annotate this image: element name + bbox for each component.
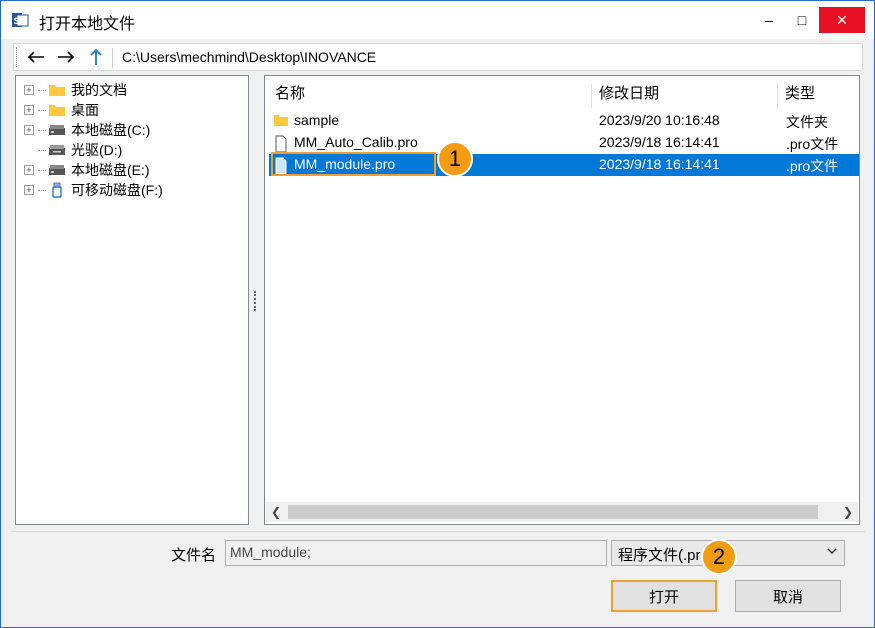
callout-step-1: 1: [437, 141, 473, 177]
tree-item[interactable]: + 本地磁盘(E:): [24, 160, 150, 180]
column-header-date[interactable]: 修改日期: [599, 82, 659, 108]
maximize-button[interactable]: □: [787, 7, 817, 33]
folder-icon: [48, 102, 66, 118]
expand-icon[interactable]: +: [24, 165, 34, 175]
expand-icon[interactable]: +: [24, 85, 34, 95]
drive-icon: [48, 162, 66, 178]
file-name: sample: [294, 112, 340, 128]
file-date: 2023/9/20 10:16:48: [599, 112, 720, 128]
drive-icon: [48, 122, 66, 138]
file-date: 2023/9/18 16:14:41: [599, 156, 720, 172]
address-separator: [112, 48, 113, 68]
splitter-handle[interactable]: [254, 291, 257, 311]
window-title: 打开本地文件: [39, 16, 136, 33]
address-bar: C:\Users\mechmind\Desktop\INOVANCE: [13, 43, 863, 71]
file-name: MM_Auto_Calib.pro: [294, 134, 418, 150]
tree-item[interactable]: 光驱(D:): [24, 140, 122, 160]
scroll-left-icon[interactable]: ❮: [266, 502, 286, 522]
scroll-right-icon[interactable]: ❯: [838, 502, 858, 522]
horizontal-scrollbar[interactable]: ❮ ❯: [266, 502, 858, 522]
filename-field[interactable]: MM_module;: [225, 540, 607, 566]
file-icon: [273, 135, 289, 153]
optical-drive-icon: [48, 142, 66, 158]
close-button[interactable]: ✕: [819, 7, 865, 33]
filename-label: 文件名: [171, 547, 217, 564]
back-arrow-icon[interactable]: [24, 46, 48, 68]
usb-drive-icon: [48, 182, 66, 198]
scroll-thumb[interactable]: [288, 505, 818, 519]
column-header-name[interactable]: 名称: [275, 82, 305, 108]
address-path[interactable]: C:\Users\mechmind\Desktop\INOVANCE: [122, 49, 376, 65]
app-icon: S: [11, 11, 29, 29]
file-row[interactable]: MM_Auto_Calib.pro 2023/9/18 16:14:41 .pr…: [269, 132, 859, 154]
toolbar-grip: [16, 47, 19, 67]
folder-icon: [48, 82, 66, 98]
file-row[interactable]: sample 2023/9/20 10:16:48 文件夹: [269, 110, 859, 132]
filetype-value: 程序文件(.pro: [618, 547, 709, 564]
folder-icon: [273, 113, 289, 129]
cancel-button[interactable]: 取消: [735, 580, 841, 612]
tree-item-label: 可移动磁盘(F:): [71, 182, 163, 198]
expand-icon[interactable]: +: [24, 105, 34, 115]
file-type: .pro文件: [786, 136, 839, 152]
expand-icon[interactable]: +: [24, 125, 34, 135]
up-arrow-icon[interactable]: [84, 46, 108, 68]
tree-item-label: 本地磁盘(E:): [71, 162, 150, 178]
folder-tree: + 我的文档 + 桌面 + 本地磁盘(C:) 光驱(D:) + 本地磁盘(E:)…: [15, 75, 249, 525]
open-file-dialog: S 打开本地文件 – □ ✕ C:\Users\mechmind\Desktop…: [0, 0, 875, 628]
column-header-type[interactable]: 类型: [785, 82, 815, 108]
callout-step-2: 2: [701, 539, 737, 575]
open-button[interactable]: 打开: [611, 580, 717, 612]
file-type: .pro文件: [786, 158, 839, 174]
tree-item[interactable]: + 本地磁盘(C:): [24, 120, 150, 140]
tree-item-label: 本地磁盘(C:): [71, 122, 151, 138]
highlight-box-step1: [271, 152, 436, 176]
minimize-button[interactable]: –: [754, 7, 784, 33]
tree-item[interactable]: + 桌面: [24, 100, 99, 120]
file-list: 名称 修改日期 类型 sample 2023/9/20 10:16:48 文件夹…: [264, 75, 860, 525]
title-bar: S 打开本地文件 – □ ✕: [1, 1, 874, 39]
expand-icon[interactable]: +: [24, 185, 34, 195]
tree-item-label: 光驱(D:): [71, 142, 123, 158]
tree-item[interactable]: + 我的文档: [24, 80, 127, 100]
forward-arrow-icon[interactable]: [54, 46, 78, 68]
file-type: 文件夹: [786, 114, 828, 130]
svg-text:S: S: [14, 17, 20, 27]
tree-item-label: 我的文档: [71, 82, 127, 98]
chevron-down-icon: [826, 545, 838, 560]
tree-item-label: 桌面: [71, 102, 99, 118]
bottom-panel: 文件名 MM_module; 程序文件(.pro 打开 取消: [11, 531, 865, 621]
tree-item[interactable]: + 可移动磁盘(F:): [24, 180, 163, 200]
file-date: 2023/9/18 16:14:41: [599, 134, 720, 150]
